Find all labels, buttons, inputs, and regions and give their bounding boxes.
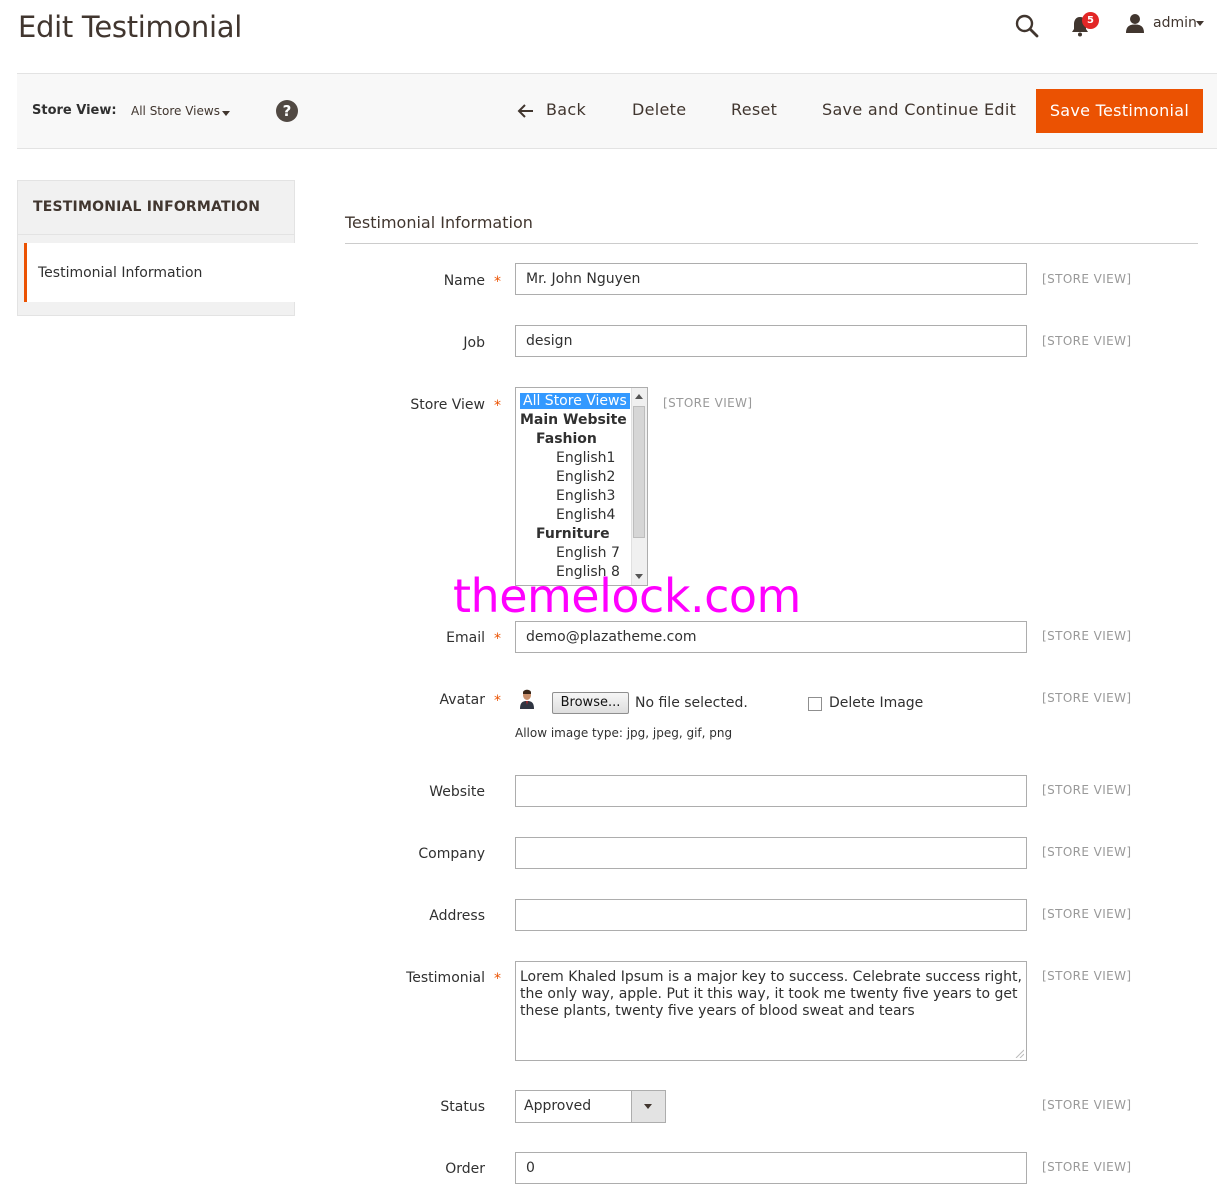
tab-label[interactable]: Testimonial Information	[38, 265, 202, 281]
job-input[interactable]: design	[515, 325, 1027, 357]
scope-label: [STORE VIEW]	[1042, 845, 1132, 859]
required-mark: *	[494, 971, 501, 987]
back-button[interactable]: Back	[546, 100, 586, 119]
website-input[interactable]	[515, 775, 1027, 807]
save-and-continue-button[interactable]: Save and Continue Edit	[822, 100, 1016, 119]
email-label: Email	[446, 630, 485, 646]
store-view-field-label: Store View	[410, 397, 485, 413]
notification-badge: 5	[1082, 12, 1099, 29]
scope-label: [STORE VIEW]	[663, 396, 753, 410]
back-arrow-icon[interactable]	[517, 103, 535, 119]
name-input[interactable]: Mr. John Nguyen	[515, 263, 1027, 295]
store-view-option[interactable]: All Store Views	[520, 393, 630, 409]
delete-image-label[interactable]: Delete Image	[829, 695, 923, 711]
browse-button[interactable]: Browse...	[552, 692, 629, 714]
name-label: Name	[443, 273, 485, 289]
store-view-option-group: Furniture	[536, 526, 610, 542]
testimonial-textarea[interactable]: Lorem Khaled Ipsum is a major key to suc…	[515, 961, 1027, 1061]
store-view-option[interactable]: English1	[556, 450, 615, 466]
email-input[interactable]: demo@plazatheme.com	[515, 621, 1027, 653]
resize-grip-icon[interactable]	[1014, 1048, 1024, 1058]
testimonial-label: Testimonial	[406, 970, 485, 986]
delete-image-checkbox[interactable]	[808, 697, 822, 711]
store-view-option-group: Fashion	[536, 431, 597, 447]
user-icon[interactable]	[1125, 13, 1145, 33]
store-view-option[interactable]: English4	[556, 507, 615, 523]
store-view-chevron-icon[interactable]	[222, 111, 230, 116]
tabs-divider	[18, 234, 294, 235]
store-view-multiselect[interactable]: All Store Views Main Website Fashion Eng…	[515, 387, 648, 586]
admin-username[interactable]: admin	[1153, 15, 1197, 31]
scope-label: [STORE VIEW]	[1042, 691, 1132, 705]
store-view-option[interactable]: English 7	[556, 545, 620, 561]
store-view-option[interactable]: English3	[556, 488, 615, 504]
scope-label: [STORE VIEW]	[1042, 334, 1132, 348]
tabs-title: TESTIMONIAL INFORMATION	[33, 199, 261, 215]
watermark-text: themelock.com	[453, 569, 801, 623]
scope-label: [STORE VIEW]	[1042, 629, 1132, 643]
required-mark: *	[494, 274, 501, 290]
address-input[interactable]	[515, 899, 1027, 931]
delete-button[interactable]: Delete	[632, 100, 686, 119]
website-label: Website	[429, 784, 485, 800]
fieldset-title: Testimonial Information	[345, 213, 533, 232]
store-view-label: Store View:	[32, 103, 117, 118]
scroll-up-icon[interactable]	[635, 393, 643, 399]
save-testimonial-button[interactable]: Save Testimonial	[1036, 89, 1203, 133]
job-label: Job	[463, 335, 485, 351]
reset-button[interactable]: Reset	[731, 100, 777, 119]
required-mark: *	[494, 398, 501, 414]
chevron-down-icon[interactable]	[644, 1104, 652, 1109]
status-label: Status	[440, 1099, 485, 1115]
multiselect-scroll-thumb[interactable]	[633, 406, 645, 538]
required-mark: *	[494, 693, 501, 709]
status-value[interactable]: Approved	[524, 1098, 591, 1114]
address-label: Address	[429, 908, 485, 924]
chevron-down-icon[interactable]	[1196, 21, 1204, 26]
scope-label: [STORE VIEW]	[1042, 1160, 1132, 1174]
order-label: Order	[445, 1161, 485, 1177]
store-view-option[interactable]: English2	[556, 469, 615, 485]
store-view-option-group: Main Website	[520, 412, 627, 428]
avatar-note: Allow image type: jpg, jpeg, gif, png	[515, 726, 733, 740]
page-title: Edit Testimonial	[18, 10, 242, 44]
search-icon[interactable]	[1014, 13, 1040, 39]
order-input[interactable]: 0	[515, 1152, 1027, 1184]
scope-label: [STORE VIEW]	[1042, 1098, 1132, 1112]
company-label: Company	[418, 846, 485, 862]
avatar-label: Avatar	[439, 692, 485, 708]
scope-label: [STORE VIEW]	[1042, 272, 1132, 286]
help-icon[interactable]: ?	[276, 100, 298, 122]
company-input[interactable]	[515, 837, 1027, 869]
avatar-thumbnail[interactable]	[519, 689, 535, 709]
scope-label: [STORE VIEW]	[1042, 907, 1132, 921]
required-mark: *	[494, 631, 501, 647]
fieldset-divider	[345, 243, 1198, 244]
store-view-switcher[interactable]: All Store Views	[131, 104, 220, 118]
file-status: No file selected.	[635, 695, 748, 711]
scope-label: [STORE VIEW]	[1042, 969, 1132, 983]
scope-label: [STORE VIEW]	[1042, 783, 1132, 797]
